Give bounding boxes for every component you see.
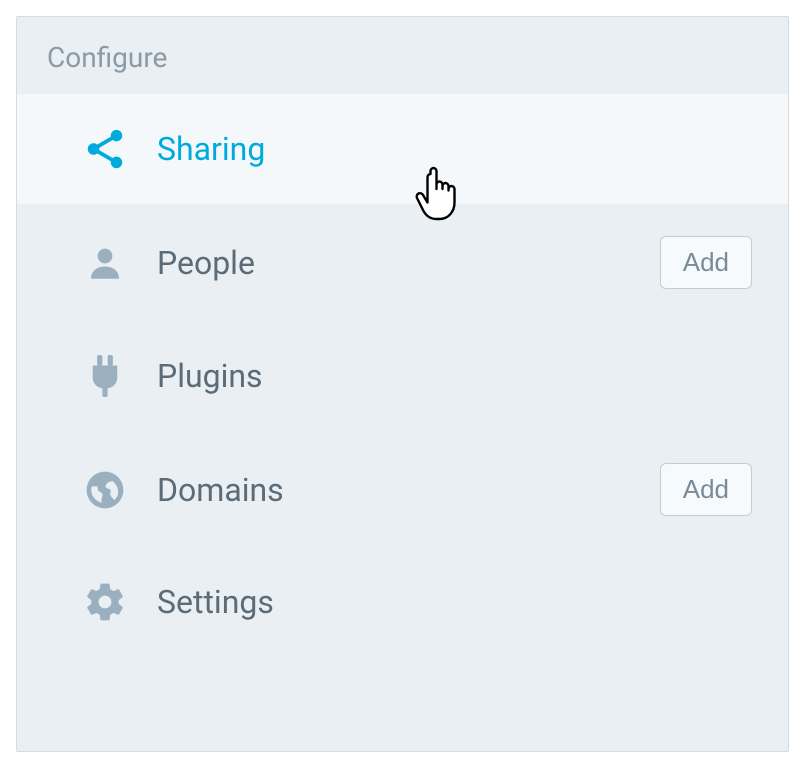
globe-icon [77,468,133,512]
menu-item-settings[interactable]: Settings [17,548,788,656]
person-icon [77,242,133,284]
menu-label-sharing: Sharing [157,130,758,168]
menu-item-people[interactable]: People Add [17,204,788,321]
menu-label-plugins: Plugins [157,357,758,395]
menu-label-domains: Domains [157,471,660,509]
menu-item-domains[interactable]: Domains Add [17,431,788,548]
menu-label-settings: Settings [157,583,758,621]
gear-icon [77,580,133,624]
configure-panel: Configure Sharing People Add [16,16,789,752]
add-people-button[interactable]: Add [660,236,752,289]
plug-icon [77,353,133,399]
menu-label-people: People [157,244,660,282]
share-icon [77,126,133,172]
panel-title: Configure [17,17,788,94]
add-domains-button[interactable]: Add [660,463,752,516]
menu-item-sharing[interactable]: Sharing [17,94,788,204]
menu-item-plugins[interactable]: Plugins [17,321,788,431]
